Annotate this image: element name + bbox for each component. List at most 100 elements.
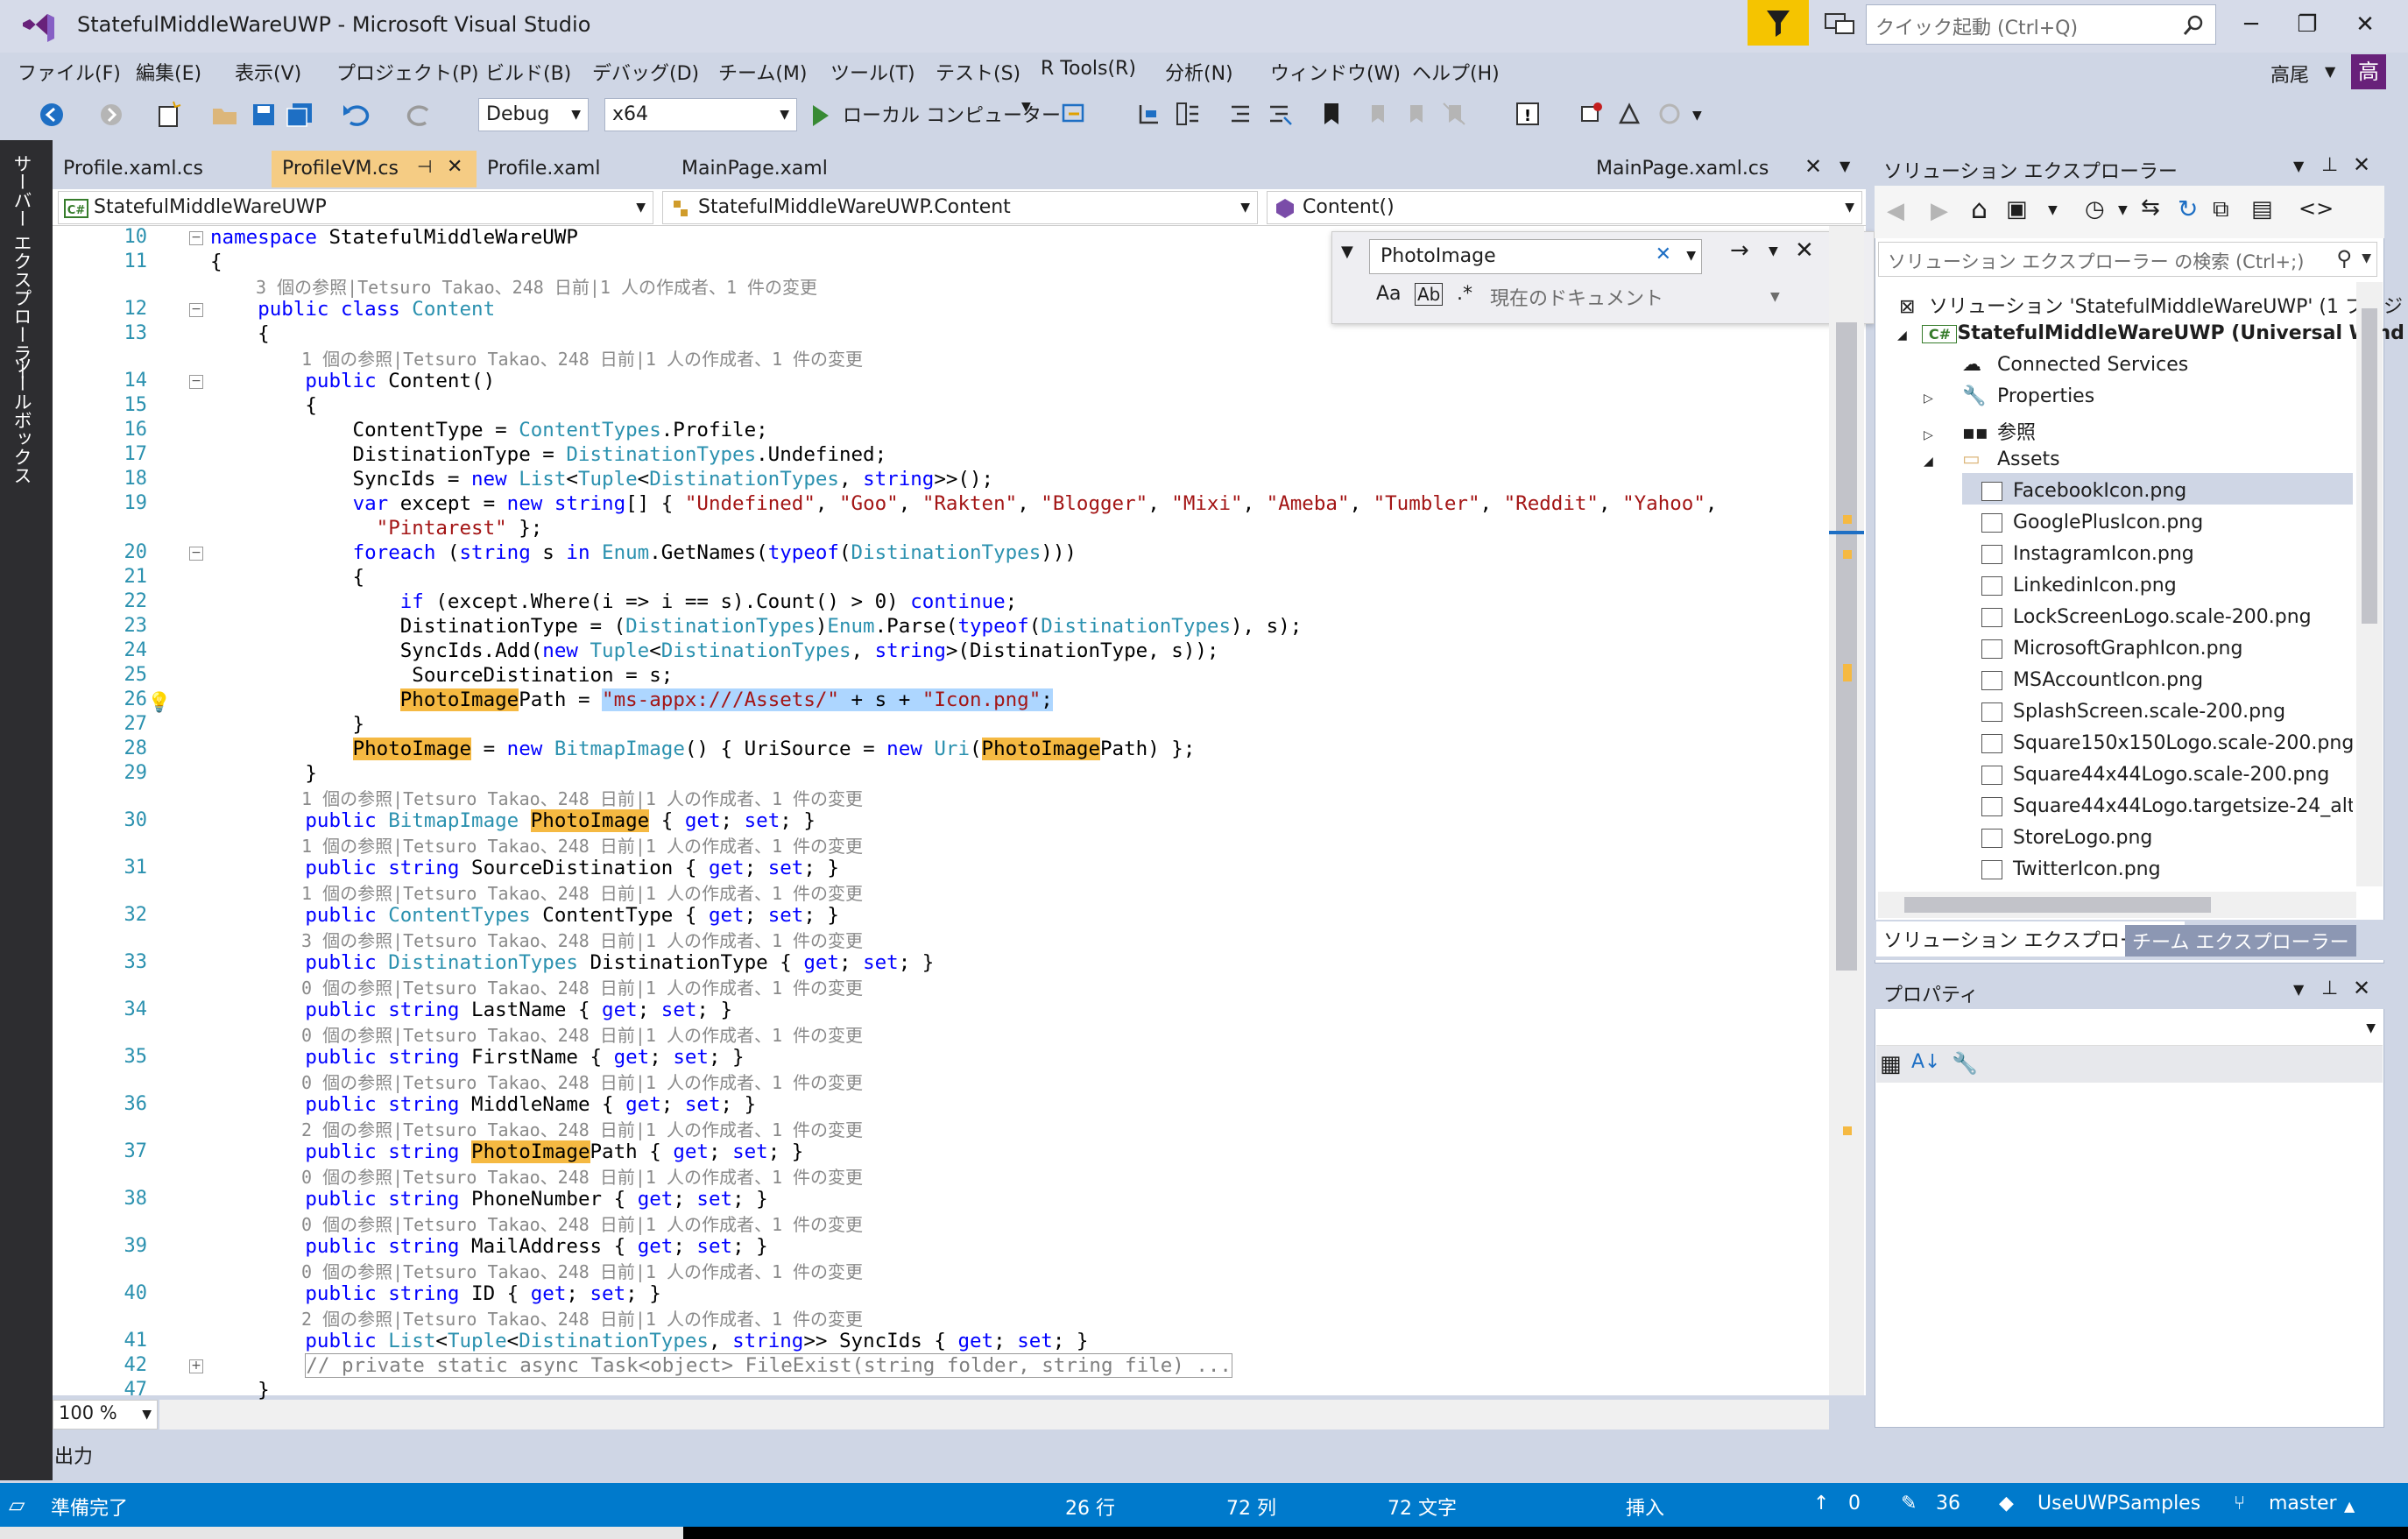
close-tab-icon[interactable]: ✕ [447,156,463,178]
menu-rtools[interactable]: R Tools(R) [1041,58,1136,80]
pending-changes-icon[interactable]: ◷ [2085,196,2105,222]
menu-test[interactable]: テスト(S) [936,58,1020,86]
horizontal-scrollbar[interactable] [159,1400,1829,1430]
close-button[interactable]: ✕ [2339,5,2391,44]
solution-search-input[interactable]: ソリューション エクスプローラー の検索 (Ctrl+;) ⚲ ▼ [1878,242,2377,277]
codelens[interactable]: 1 個の参照|Tetsuro Takao、248 日前|1 人の作成者、1 件の… [301,345,863,371]
codelens[interactable]: 0 個の参照|Tetsuro Takao、248 日前|1 人の作成者、1 件の… [301,1069,863,1094]
user-name[interactable]: 高尾 [2270,60,2309,88]
codelens[interactable]: 2 個の参照|Tetsuro Takao、248 日前|1 人の作成者、1 件の… [301,1116,863,1141]
quick-info-icon[interactable]: ! [1514,100,1542,128]
open-file-icon[interactable] [210,100,240,130]
match-word-icon[interactable]: Ab [1415,283,1444,306]
tree-file[interactable]: MSAccountIcon.png [1981,669,2203,691]
codelens[interactable]: 2 個の参照|Tetsuro Takao、248 日前|1 人の作成者、1 件の… [301,1305,863,1331]
status-changes-count[interactable]: 36 [1936,1493,1960,1514]
browser-link-icon[interactable] [1060,100,1088,128]
undo-icon[interactable] [342,102,371,128]
tab-list-icon[interactable]: ▼ [1840,158,1850,174]
next-bookmark-icon[interactable] [1402,100,1430,128]
tree-file[interactable]: SplashScreen.scale-200.png [1981,701,2285,723]
chevron-down-icon[interactable]: ▼ [2293,158,2304,174]
collapse-toggle[interactable]: − [189,303,203,317]
toolbox-tab[interactable]: ツールボックス [9,356,35,484]
menu-edit[interactable]: 編集(E) [136,58,201,86]
chevron-down-icon[interactable]: ▼ [2362,251,2371,265]
menu-debug[interactable]: デバッグ(D) [592,58,699,86]
chevron-down-icon[interactable]: ▼ [1341,243,1353,261]
menu-view[interactable]: 表示(V) [235,58,301,86]
codelens[interactable]: 3 個の参照|Tetsuro Takao、248 日前|1 人の作成者、1 件の… [256,273,817,299]
navigate-back-icon[interactable] [37,102,67,128]
platform-select[interactable]: x64 ▼ [604,98,797,131]
find-next-icon[interactable]: → [1730,237,1749,264]
scrollbar-thumb[interactable] [1836,322,1857,971]
tab-profile-xaml[interactable]: Profile.xaml [477,151,669,187]
pin-icon[interactable]: ⊥ [2321,978,2338,999]
codelens[interactable]: 1 個の参照|Tetsuro Takao、248 日前|1 人の作成者、1 件の… [301,832,863,858]
refresh-icon[interactable]: ↻ [2178,194,2198,223]
uncomment-icon[interactable] [1265,100,1293,128]
tree-file[interactable]: GooglePlusIcon.png [1981,512,2203,533]
se-horizontal-scrollbar[interactable] [1878,892,2356,918]
avatar[interactable]: 高 [2351,54,2386,89]
codelens[interactable]: 1 個の参照|Tetsuro Takao、248 日前|1 人の作成者、1 件の… [301,785,863,810]
configuration-select[interactable]: Debug ▼ [478,98,589,131]
tree-file[interactable]: FacebookIcon.png [1981,480,2186,502]
outline-icon[interactable] [1174,100,1202,128]
alphabetical-icon[interactable]: A↓ [1911,1051,1940,1073]
chevron-down-icon[interactable]: ▼ [2048,203,2058,217]
tree-file[interactable]: LockScreenLogo.scale-200.png [1981,606,2312,628]
clear-bookmarks-icon[interactable] [1440,100,1468,128]
notification-filter-button[interactable] [1748,0,1809,46]
member-dropdown[interactable]: Content() ▼ [1267,191,1862,224]
menu-team[interactable]: チーム(M) [718,58,808,86]
new-project-icon[interactable] [154,100,184,130]
tree-file[interactable]: Square44x44Logo.targetsize-24_alt [1981,795,2353,817]
tab-mainpage-xaml[interactable]: MainPage.xaml [671,151,890,187]
tab-profile-xaml-cs[interactable]: Profile.xaml.cs [53,151,272,187]
codelens[interactable]: 0 個の参照|Tetsuro Takao、248 日前|1 人の作成者、1 件の… [301,1258,863,1283]
match-case-icon[interactable]: Aa [1376,283,1402,305]
find-scope[interactable]: 現在のドキュメント [1490,283,1663,311]
code-view-icon[interactable]: <> [2299,196,2334,221]
chevron-down-icon[interactable]: ▼ [2118,203,2128,217]
maximize-button[interactable]: ❐ [2281,5,2334,44]
codelens[interactable]: 0 個の参照|Tetsuro Takao、248 日前|1 人の作成者、1 件の… [301,974,863,999]
tree-file[interactable]: TwitterIcon.png [1981,858,2161,880]
chevron-down-icon[interactable]: ▼ [1021,100,1031,130]
codelens[interactable]: 1 個の参照|Tetsuro Takao、248 日前|1 人の作成者、1 件の… [301,879,863,905]
close-icon[interactable]: ✕ [1804,154,1822,179]
tree-file[interactable]: MicrosoftGraphIcon.png [1981,638,2242,660]
redo-icon[interactable] [405,102,434,128]
chevron-down-icon[interactable]: ▼ [2293,981,2304,998]
close-icon[interactable]: ✕ [2353,976,2370,1000]
show-all-files-icon[interactable]: ▤ [2251,196,2273,222]
home-icon[interactable]: ⌂ [1971,194,1988,225]
feedback-icon[interactable] [1822,9,1857,39]
server-explorer-tab[interactable]: サーバー エクスプローラー [9,154,35,381]
tab-profilevm-cs[interactable]: ProfileVM.cs ⊣ ✕ [272,151,477,187]
status-repository[interactable]: UseUWPSamples [2037,1493,2200,1514]
branch-icon[interactable]: ⑂ [2234,1493,2245,1514]
live-share-icon[interactable] [1656,100,1684,128]
tree-assets-folder[interactable]: ◢ ▭ Assets [1924,448,2060,470]
regex-icon[interactable]: .* [1457,283,1472,305]
navigate-forward-icon[interactable] [98,102,124,128]
tree-file[interactable]: InstagramIcon.png [1981,543,2194,565]
tree-file[interactable]: StoreLogo.png [1981,827,2152,849]
minimize-button[interactable]: ─ [2225,5,2277,44]
se-vertical-scrollbar[interactable] [2356,282,2383,886]
comment-out-icon[interactable] [1226,100,1254,128]
scrollbar-thumb[interactable] [2362,308,2377,624]
pin-icon[interactable]: ⊥ [2321,154,2338,176]
tree-file[interactable]: LinkedinIcon.png [1981,575,2177,597]
close-find-icon[interactable]: ✕ [1795,237,1814,264]
chevron-up-icon[interactable]: ▲ [2344,1498,2355,1514]
properties-object-select[interactable]: ▼ [1876,1011,2383,1046]
tree-file[interactable]: Square150x150Logo.scale-200.png [1981,732,2354,754]
pencil-icon[interactable]: ✎ [1901,1493,1917,1514]
menu-project[interactable]: プロジェクト(P) [336,58,478,86]
scrollbar-thumb[interactable] [1904,897,2211,913]
zoom-select[interactable]: 100 % ▼ [53,1400,158,1430]
